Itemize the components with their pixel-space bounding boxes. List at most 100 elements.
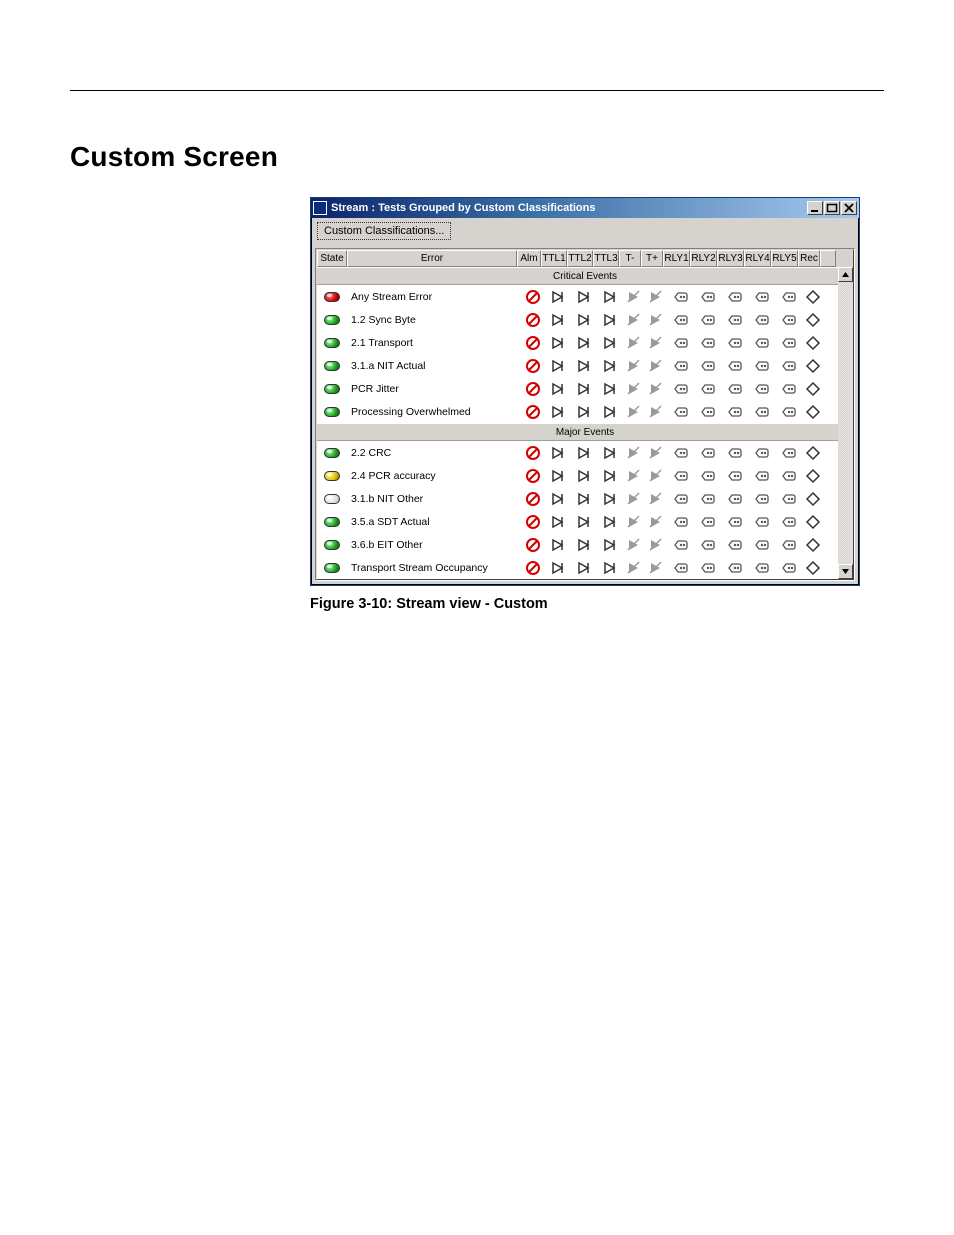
- ttl1-icon[interactable]: [545, 335, 571, 351]
- ttl3-icon[interactable]: [597, 514, 623, 530]
- tminus-icon[interactable]: [623, 514, 645, 530]
- alm-icon[interactable]: [521, 312, 545, 328]
- alm-icon[interactable]: [521, 335, 545, 351]
- rec-icon[interactable]: [802, 358, 824, 374]
- ttl3-icon[interactable]: [597, 560, 623, 576]
- ttl1-icon[interactable]: [545, 381, 571, 397]
- rly1-icon[interactable]: [667, 289, 694, 305]
- rly2-icon[interactable]: [694, 560, 721, 576]
- ttl2-icon[interactable]: [571, 560, 597, 576]
- rly1-icon[interactable]: [667, 560, 694, 576]
- scroll-up-button[interactable]: [838, 267, 853, 282]
- rly4-icon[interactable]: [748, 312, 775, 328]
- ttl1-icon[interactable]: [545, 537, 571, 553]
- ttl2-icon[interactable]: [571, 289, 597, 305]
- rly1-icon[interactable]: [667, 491, 694, 507]
- col-tminus[interactable]: T-: [619, 250, 641, 267]
- rly2-icon[interactable]: [694, 491, 721, 507]
- ttl1-icon[interactable]: [545, 404, 571, 420]
- ttl1-icon[interactable]: [545, 358, 571, 374]
- rly3-icon[interactable]: [721, 514, 748, 530]
- ttl2-icon[interactable]: [571, 335, 597, 351]
- rly4-icon[interactable]: [748, 468, 775, 484]
- ttl1-icon[interactable]: [545, 491, 571, 507]
- ttl3-icon[interactable]: [597, 537, 623, 553]
- alm-icon[interactable]: [521, 381, 545, 397]
- rly1-icon[interactable]: [667, 335, 694, 351]
- ttl2-icon[interactable]: [571, 358, 597, 374]
- col-rly4[interactable]: RLY4: [744, 250, 771, 267]
- table-row[interactable]: Any Stream Error: [317, 285, 853, 308]
- ttl3-icon[interactable]: [597, 381, 623, 397]
- rly4-icon[interactable]: [748, 445, 775, 461]
- rly4-icon[interactable]: [748, 560, 775, 576]
- table-row[interactable]: 3.1.a NIT Actual: [317, 354, 853, 377]
- rly3-icon[interactable]: [721, 358, 748, 374]
- rly5-icon[interactable]: [775, 514, 802, 530]
- rly2-icon[interactable]: [694, 358, 721, 374]
- tplus-icon[interactable]: [645, 335, 667, 351]
- tplus-icon[interactable]: [645, 381, 667, 397]
- tminus-icon[interactable]: [623, 335, 645, 351]
- rec-icon[interactable]: [802, 514, 824, 530]
- rly4-icon[interactable]: [748, 537, 775, 553]
- minimize-button[interactable]: [807, 201, 823, 215]
- rec-icon[interactable]: [802, 560, 824, 576]
- rly4-icon[interactable]: [748, 335, 775, 351]
- rly5-icon[interactable]: [775, 560, 802, 576]
- col-state[interactable]: State: [317, 250, 347, 267]
- tplus-icon[interactable]: [645, 312, 667, 328]
- alm-icon[interactable]: [521, 289, 545, 305]
- table-row[interactable]: 1.2 Sync Byte: [317, 308, 853, 331]
- tminus-icon[interactable]: [623, 537, 645, 553]
- ttl3-icon[interactable]: [597, 445, 623, 461]
- tminus-icon[interactable]: [623, 491, 645, 507]
- ttl2-icon[interactable]: [571, 445, 597, 461]
- col-rec[interactable]: Rec: [798, 250, 820, 267]
- tplus-icon[interactable]: [645, 537, 667, 553]
- rly2-icon[interactable]: [694, 404, 721, 420]
- rly3-icon[interactable]: [721, 289, 748, 305]
- rly1-icon[interactable]: [667, 514, 694, 530]
- ttl1-icon[interactable]: [545, 289, 571, 305]
- alm-icon[interactable]: [521, 514, 545, 530]
- col-rly2[interactable]: RLY2: [690, 250, 717, 267]
- ttl2-icon[interactable]: [571, 468, 597, 484]
- rly1-icon[interactable]: [667, 404, 694, 420]
- tminus-icon[interactable]: [623, 381, 645, 397]
- tplus-icon[interactable]: [645, 289, 667, 305]
- rec-icon[interactable]: [802, 335, 824, 351]
- tplus-icon[interactable]: [645, 514, 667, 530]
- col-rly3[interactable]: RLY3: [717, 250, 744, 267]
- ttl1-icon[interactable]: [545, 560, 571, 576]
- rly1-icon[interactable]: [667, 381, 694, 397]
- tplus-icon[interactable]: [645, 560, 667, 576]
- table-row[interactable]: Processing Overwhelmed: [317, 400, 853, 423]
- col-alm[interactable]: Alm: [517, 250, 541, 267]
- ttl3-icon[interactable]: [597, 468, 623, 484]
- ttl1-icon[interactable]: [545, 445, 571, 461]
- rly5-icon[interactable]: [775, 335, 802, 351]
- ttl3-icon[interactable]: [597, 404, 623, 420]
- ttl2-icon[interactable]: [571, 537, 597, 553]
- table-row[interactable]: 3.5.a SDT Actual: [317, 510, 853, 533]
- rly2-icon[interactable]: [694, 289, 721, 305]
- rly4-icon[interactable]: [748, 358, 775, 374]
- alm-icon[interactable]: [521, 468, 545, 484]
- alm-icon[interactable]: [521, 445, 545, 461]
- rly2-icon[interactable]: [694, 468, 721, 484]
- ttl3-icon[interactable]: [597, 312, 623, 328]
- rly1-icon[interactable]: [667, 537, 694, 553]
- rly4-icon[interactable]: [748, 404, 775, 420]
- custom-classifications-button[interactable]: Custom Classifications...: [317, 222, 451, 240]
- rly3-icon[interactable]: [721, 335, 748, 351]
- rly3-icon[interactable]: [721, 381, 748, 397]
- rly4-icon[interactable]: [748, 514, 775, 530]
- table-row[interactable]: 2.4 PCR accuracy: [317, 464, 853, 487]
- table-row[interactable]: 2.1 Transport: [317, 331, 853, 354]
- rly2-icon[interactable]: [694, 445, 721, 461]
- ttl1-icon[interactable]: [545, 312, 571, 328]
- scroll-track[interactable]: [838, 282, 853, 564]
- ttl2-icon[interactable]: [571, 491, 597, 507]
- rly5-icon[interactable]: [775, 445, 802, 461]
